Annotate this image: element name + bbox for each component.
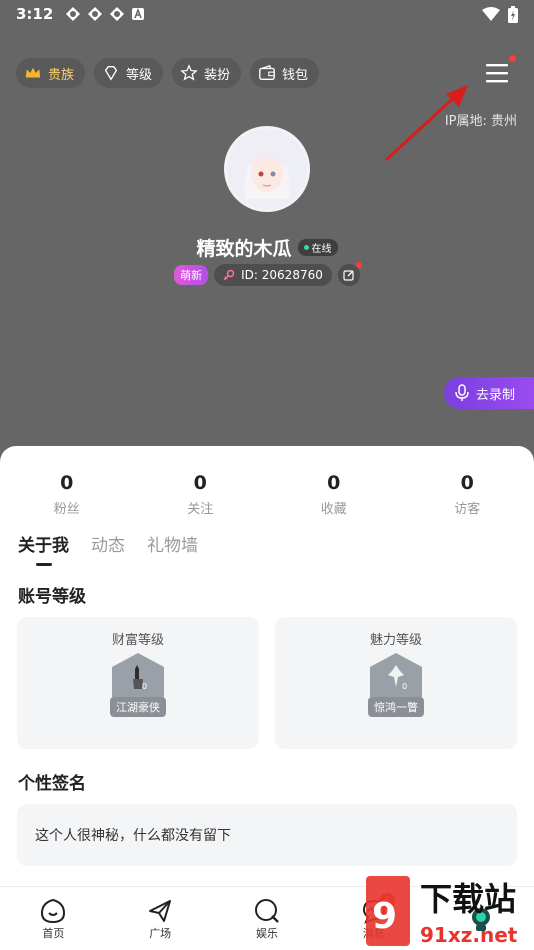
charm-level-card[interactable]: 魅力等级 0 惊鸿一瞥 [275, 617, 517, 749]
avatar[interactable] [224, 126, 310, 212]
status-time: 3:12 [16, 5, 54, 23]
stat-label: 粉丝 [53, 502, 80, 517]
chip-label: 等级 [126, 67, 153, 83]
nav-square[interactable]: 广场 [125, 897, 195, 941]
nav-label: 首页 [42, 926, 65, 940]
edit-profile-button[interactable] [337, 262, 362, 286]
home-icon [41, 898, 66, 923]
user-id-pill[interactable]: ID: 20628760 [214, 264, 332, 286]
user-id: ID: 20628760 [241, 268, 323, 282]
stat-label: 关注 [187, 502, 214, 517]
notification-app-icon [110, 7, 125, 21]
wealth-level-title: 财富等级 [111, 633, 164, 648]
stat-fans[interactable]: 0 粉丝 [0, 472, 133, 517]
diamond-icon [104, 66, 118, 81]
plane-icon [149, 899, 172, 922]
menu-icon[interactable] [484, 60, 510, 86]
charm-level-title: 魅力等级 [369, 633, 422, 648]
level-cards: 财富等级 0 江湖豪侠 魅力等级 0 惊鸿一瞥 [0, 617, 534, 749]
charm-level-badge: 惊鸿一瞥 [368, 697, 424, 717]
tab-moments[interactable]: 动态 [91, 531, 125, 566]
watermark-brand: 下载站 [420, 880, 516, 918]
username-row: 精致的木瓜 在线 [0, 234, 534, 261]
watermark-logo: 9 下载站 91xz.net [366, 876, 518, 947]
notification-a-icon [132, 7, 145, 20]
notification-app-icon [66, 7, 81, 21]
system-icons [482, 5, 518, 23]
stat-favorites[interactable]: 0 收藏 [267, 472, 400, 517]
edit-notification-dot [355, 262, 362, 268]
entertainment-icon [254, 898, 279, 923]
menu-notification-dot [509, 55, 516, 62]
chip-label: 装扮 [204, 67, 231, 83]
stat-label: 收藏 [320, 502, 347, 517]
tab-gift-wall[interactable]: 礼物墙 [147, 531, 198, 566]
profile-tabs: 关于我 动态 礼物墙 [0, 531, 534, 566]
online-label: 在线 [311, 244, 332, 255]
dressup-button[interactable]: 装扮 [172, 58, 242, 88]
watermark-url: 91xz.net [420, 923, 518, 947]
online-badge: 在线 [297, 239, 338, 256]
online-dot [303, 245, 309, 250]
status-bar: 3:12 [0, 0, 534, 28]
battery-icon [508, 5, 518, 23]
gender-female-icon [223, 269, 235, 281]
stats-row: 0 粉丝 0 关注 0 收藏 0 访客 [0, 446, 534, 517]
ip-location: IP属地: 贵州 [444, 114, 517, 129]
username: 精致的木瓜 [196, 238, 292, 260]
wealth-level-badge: 江湖豪侠 [110, 697, 166, 717]
id-row: 萌新 ID: 20628760 [0, 262, 534, 286]
stat-value: 0 [327, 472, 341, 494]
microphone-icon [455, 384, 469, 401]
wifi-icon [482, 7, 500, 21]
chip-label: 钱包 [282, 67, 309, 83]
notification-icons [65, 6, 145, 22]
top-chip-bar: 贵族 等级 装扮 钱包 [16, 58, 320, 88]
stat-value: 0 [60, 472, 74, 494]
notification-app-icon [88, 7, 103, 21]
charm-level-number: 0 [402, 682, 407, 691]
nobility-button[interactable]: 贵族 [16, 58, 86, 88]
stat-following[interactable]: 0 关注 [134, 472, 267, 517]
stat-label: 访客 [454, 502, 481, 517]
stat-value: 0 [193, 472, 207, 494]
star-icon [180, 64, 198, 81]
stat-visitors[interactable]: 0 访客 [401, 472, 534, 517]
chip-label: 贵族 [48, 67, 75, 83]
tab-about-me[interactable]: 关于我 [18, 531, 69, 566]
signature-box: 这个人很神秘，什么都没有留下 [17, 804, 517, 866]
record-label: 去录制 [476, 387, 516, 403]
stat-value: 0 [460, 472, 474, 494]
edit-icon [343, 270, 354, 281]
signature-text: 这个人很神秘，什么都没有留下 [35, 828, 231, 844]
nav-label: 娱乐 [255, 926, 278, 940]
nav-entertainment[interactable]: 娱乐 [232, 897, 302, 941]
newbie-tag: 萌新 [174, 265, 209, 285]
level-button[interactable]: 等级 [94, 58, 164, 88]
svg-text:9: 9 [372, 896, 397, 937]
wealth-level-card[interactable]: 财富等级 0 江湖豪侠 [17, 617, 259, 749]
record-button[interactable]: 去录制 [444, 377, 534, 409]
avatar-image [227, 129, 307, 209]
signature-title: 个性签名 [18, 774, 86, 794]
wallet-button[interactable]: 钱包 [250, 58, 320, 88]
nav-label: 广场 [149, 926, 172, 940]
wealth-level-number: 0 [142, 682, 147, 691]
crown-icon [25, 67, 41, 78]
nav-home[interactable]: 首页 [18, 897, 88, 941]
account-level-title: 账号等级 [18, 587, 86, 607]
wallet-icon [259, 64, 275, 80]
